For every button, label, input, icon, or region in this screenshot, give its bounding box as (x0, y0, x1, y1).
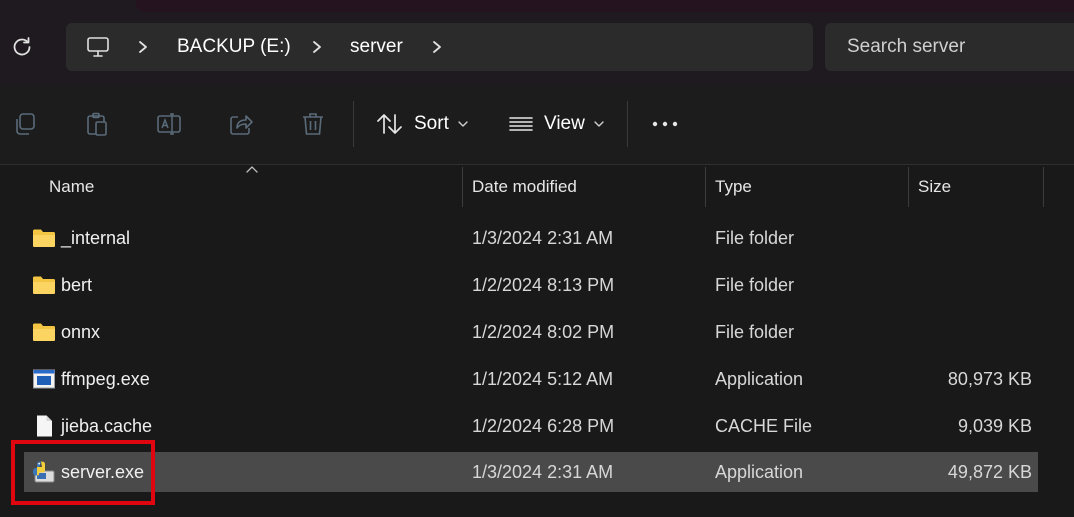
toolbar-divider (627, 101, 628, 147)
column-divider[interactable] (462, 167, 463, 207)
folder-icon (33, 229, 55, 247)
file-row-selected[interactable]: server.exe 1/3/2024 2:31 AM Application … (24, 452, 1038, 492)
file-date: 1/2/2024 8:13 PM (472, 274, 615, 295)
folder-icon (33, 276, 55, 294)
file-name: ffmpeg.exe (61, 368, 150, 389)
file-row[interactable]: bert 1/2/2024 8:13 PM File folder (24, 265, 1038, 305)
view-label: View (544, 113, 585, 134)
sort-button[interactable]: Sort (376, 106, 469, 142)
file-size (918, 312, 1032, 352)
paste-icon[interactable] (84, 111, 110, 137)
file-date: 1/3/2024 2:31 AM (472, 461, 614, 482)
chevron-right-icon[interactable] (430, 37, 444, 57)
window-tab-edge (136, 0, 1074, 12)
file-type: File folder (715, 227, 795, 248)
column-divider[interactable] (705, 167, 706, 207)
file-name: _internal (61, 227, 131, 248)
file-type: Application (715, 368, 804, 389)
rename-icon[interactable] (156, 111, 182, 137)
file-name: bert (61, 274, 93, 295)
navigation-bar: BACKUP (E:) server (0, 0, 1074, 84)
delete-icon[interactable] (300, 111, 326, 137)
file-type: Application (715, 461, 804, 482)
toolbar-divider (353, 101, 354, 147)
command-bar: Sort View (0, 84, 1074, 165)
file-date: 1/3/2024 2:31 AM (472, 227, 614, 248)
column-header-size[interactable]: Size (918, 165, 951, 209)
view-icon (509, 117, 533, 131)
column-header-name[interactable]: Name (49, 165, 94, 209)
breadcrumb-drive[interactable]: BACKUP (E:) (177, 36, 291, 58)
file-size (918, 265, 1032, 305)
file-name: onnx (61, 321, 101, 342)
sort-ascending-icon (246, 166, 258, 173)
chevron-down-icon (458, 121, 468, 127)
more-icon[interactable] (650, 114, 680, 134)
column-divider[interactable] (908, 167, 909, 207)
app-icon (33, 369, 55, 389)
search-input[interactable] (847, 35, 1067, 59)
view-button[interactable]: View (508, 106, 605, 142)
file-row[interactable]: _internal 1/3/2024 2:31 AM File folder (24, 218, 1038, 258)
address-bar[interactable]: BACKUP (E:) server (66, 23, 813, 71)
folder-icon (33, 323, 55, 341)
sort-icon (377, 114, 402, 134)
chevron-right-icon[interactable] (310, 37, 324, 57)
file-size: 80,973 KB (947, 368, 1032, 389)
file-size (918, 218, 1032, 258)
file-row[interactable]: ffmpeg.exe 1/1/2024 5:12 AM Application … (24, 359, 1038, 399)
file-icon (37, 415, 52, 437)
sort-label: Sort (414, 113, 449, 134)
breadcrumb-folder[interactable]: server (350, 36, 403, 58)
file-type: File folder (715, 274, 795, 295)
column-header-type[interactable]: Type (715, 165, 752, 209)
file-size: 49,872 KB (947, 461, 1032, 482)
file-date: 1/2/2024 8:02 PM (472, 321, 615, 342)
column-divider[interactable] (1043, 167, 1044, 207)
file-type: File folder (715, 321, 795, 342)
column-header-date[interactable]: Date modified (472, 165, 577, 209)
refresh-icon (13, 37, 31, 56)
file-date: 1/1/2024 5:12 AM (472, 368, 614, 389)
file-list: Name Date modified Type Size _internal 1… (0, 165, 1074, 517)
chevron-down-icon (594, 121, 604, 127)
highlight-annotation (11, 440, 155, 505)
copy-icon[interactable] (12, 111, 38, 137)
file-size: 9,039 KB (957, 415, 1032, 436)
share-icon[interactable] (228, 111, 254, 137)
file-row[interactable]: onnx 1/2/2024 8:02 PM File folder (24, 312, 1038, 352)
file-type: CACHE File (715, 415, 813, 436)
file-row[interactable]: jieba.cache 1/2/2024 6:28 PM CACHE File … (24, 406, 1038, 446)
refresh-button[interactable] (6, 30, 38, 64)
file-date: 1/2/2024 6:28 PM (472, 415, 615, 436)
search-box[interactable] (825, 23, 1074, 71)
this-pc-icon[interactable] (86, 35, 110, 59)
chevron-right-icon[interactable] (136, 37, 150, 57)
